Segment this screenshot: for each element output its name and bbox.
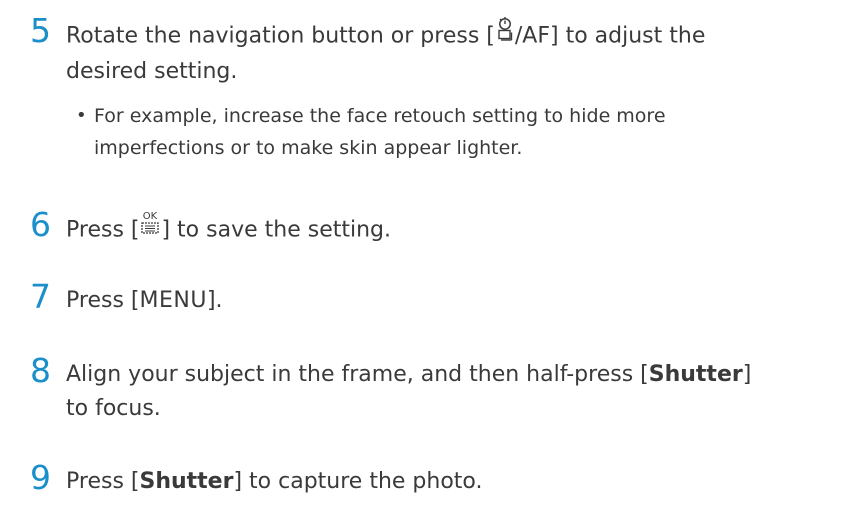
svg-text:OK: OK xyxy=(143,211,158,222)
af-label: AF xyxy=(522,23,551,49)
step-text-part: Rotate the navigation button or press [ xyxy=(66,23,495,49)
step-number: 9 xyxy=(30,458,51,497)
step-text-part: ] xyxy=(742,362,752,387)
step-text-part: ]. xyxy=(206,288,223,313)
bullet-line: imperfections or to make skin appear lig… xyxy=(94,137,523,159)
step-number: 7 xyxy=(30,277,51,316)
step-text-part: Align your subject in the frame, and the… xyxy=(66,362,649,387)
step-6-text: Press [ OK ] to save the setting. xyxy=(66,209,846,249)
step-5-text: Rotate the navigation button or press [ … xyxy=(66,15,846,89)
menu-key-label: MENU xyxy=(139,288,207,313)
step-number: 8 xyxy=(30,351,51,390)
shutter-key-label: Shutter xyxy=(648,362,743,387)
step-text-part: Press [ xyxy=(66,217,140,243)
step-9: 9 Press [Shutter] to capture the photo. xyxy=(30,461,830,505)
step-text-part: ] to adjust the xyxy=(550,23,706,49)
ok-menu-icon: OK xyxy=(139,209,161,246)
step-text-part: Press [ xyxy=(66,469,140,494)
step-text-part: ] to save the setting. xyxy=(161,217,391,243)
shutter-key-label: Shutter xyxy=(139,469,234,494)
bullet-note: • For example, increase the face retouch… xyxy=(76,100,796,170)
step-text-part: ] to capture the photo. xyxy=(233,469,483,494)
step-number: 5 xyxy=(30,11,51,50)
step-8: 8 Align your subject in the frame, and t… xyxy=(30,354,830,438)
bullet-line: For example, increase the face retouch s… xyxy=(94,105,666,127)
step-5: 5 Rotate the navigation button or press … xyxy=(30,14,830,98)
step-number: 6 xyxy=(30,205,51,244)
step-text-part: to focus. xyxy=(66,396,161,421)
manual-page: 5 Rotate the navigation button or press … xyxy=(0,0,850,516)
step-6: 6 Press [ OK ] to save the setting. xyxy=(30,208,830,252)
bullet-text: For example, increase the face retouch s… xyxy=(94,100,794,164)
step-text-part: desired setting. xyxy=(66,59,238,84)
step-7: 7 Press [MENU]. xyxy=(30,280,830,324)
step-9-text: Press [Shutter] to capture the photo. xyxy=(66,465,846,499)
self-timer-drive-icon xyxy=(495,15,515,52)
step-text-part: Press [ xyxy=(66,288,140,313)
bullet-symbol: • xyxy=(76,105,87,126)
step-8-text: Align your subject in the frame, and the… xyxy=(66,358,846,426)
step-7-text: Press [MENU]. xyxy=(66,284,846,318)
